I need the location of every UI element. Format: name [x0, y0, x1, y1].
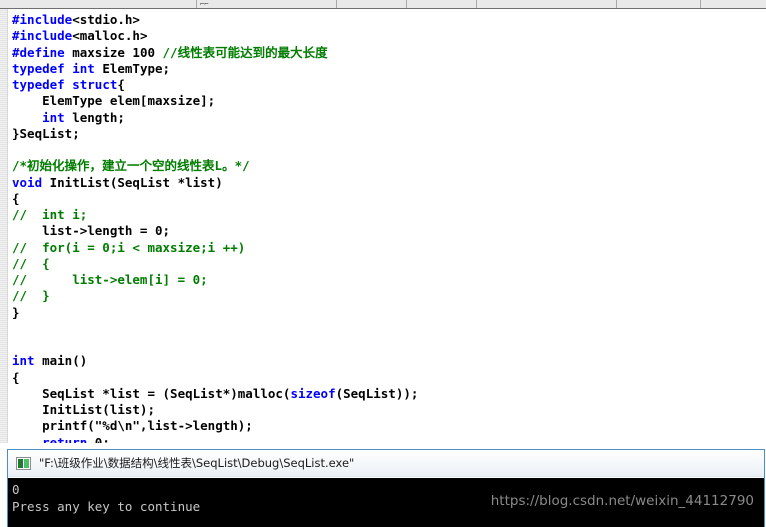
code-line: int length;: [12, 110, 418, 126]
toolbar-separator: [406, 0, 407, 8]
code-line: #define maxsize 100 //线性表可能达到的最大长度: [12, 45, 418, 61]
toolbar-glyph: ⌐⌐: [200, 0, 209, 8]
toolbar-separator: [336, 0, 337, 8]
code-token: void: [12, 174, 43, 190]
code-line: ElemType elem[maxsize];: [12, 93, 418, 109]
toolbar-separator: [700, 0, 701, 8]
code-token: // for(i = 0;i < maxsize;i ++): [12, 239, 246, 255]
code-token: /*初始化操作，建立一个空的线性表L。*/: [12, 158, 250, 174]
code-token: (SeqList));: [335, 385, 419, 401]
code-line: void InitList(SeqList *list): [12, 175, 418, 191]
code-text-area[interactable]: #include<stdio.h> #include<malloc.h> #defi…: [12, 12, 418, 443]
code-token: int: [42, 109, 65, 125]
code-token: //线性表可能达到的最大长度: [162, 44, 328, 60]
source-code-editor[interactable]: #include<stdio.h> #include<malloc.h> #defi…: [0, 9, 766, 443]
code-token: {: [12, 369, 20, 385]
code-token: // int i;: [12, 207, 88, 222]
code-line: // list->elem[i] = 0;: [12, 272, 418, 288]
code-line: SeqList *list = (SeqList*)malloc(sizeof(…: [12, 386, 418, 402]
code-line: // for(i = 0;i < maxsize;i ++): [12, 240, 418, 256]
code-token: }SeqList;: [12, 125, 80, 141]
code-token: length;: [64, 109, 125, 125]
code-line: {: [12, 191, 418, 207]
code-token: <stdio.h>: [72, 12, 140, 27]
code-line: // int i;: [12, 207, 418, 223]
code-line: {: [12, 370, 418, 386]
code-token: printf("%d\n",list->length);: [12, 418, 253, 434]
code-token: <malloc.h>: [72, 28, 148, 44]
code-token: int: [12, 353, 35, 369]
code-token: ElemType;: [94, 60, 171, 76]
code-token: #include: [12, 12, 73, 27]
code-token: int: [72, 60, 95, 76]
code-token: maxsize 100: [64, 44, 163, 60]
code-token: return: [42, 434, 88, 444]
code-token: main(): [34, 353, 88, 369]
toolbar-separator: [476, 0, 477, 8]
toolbar-separator: [616, 0, 617, 8]
code-line: #include<malloc.h>: [12, 28, 418, 44]
code-line: InitList(list);: [12, 402, 418, 418]
toolbar-strip[interactable]: ⌐⌐: [0, 0, 766, 9]
code-token: {: [117, 77, 125, 92]
console-title-text: "F:\班级作业\数据结构\线性表\SeqList\Debug\SeqList.…: [39, 456, 355, 470]
toolbar-separator: [196, 0, 197, 8]
code-token: InitList(SeqList *list): [42, 174, 223, 190]
code-token: typedef: [12, 77, 65, 92]
code-line: printf("%d\n",list->length);: [12, 418, 418, 434]
code-token: 0;: [87, 434, 110, 444]
code-token: // }: [12, 288, 50, 304]
code-token: }: [12, 304, 20, 320]
code-line: typedef struct{: [12, 77, 418, 93]
console-terminal-icon: [16, 456, 31, 470]
code-line: // }: [12, 288, 418, 304]
code-line: typedef int ElemType;: [12, 61, 418, 77]
code-token: ElemType elem[maxsize];: [12, 93, 216, 109]
code-token: typedef: [12, 60, 65, 76]
code-token: list->length = 0;: [12, 223, 171, 239]
code-token: {: [12, 190, 20, 206]
code-token: sizeof: [290, 385, 336, 401]
console-title-bar[interactable]: "F:\班级作业\数据结构\线性表\SeqList\Debug\SeqList.…: [8, 450, 764, 477]
code-line: list->length = 0;: [12, 223, 418, 239]
code-line: return 0;: [12, 435, 418, 444]
code-token: SeqList *list = (SeqList*)malloc(: [12, 385, 291, 401]
code-line: }: [12, 305, 418, 321]
code-line: /*初始化操作，建立一个空的线性表L。*/: [12, 158, 418, 174]
code-token: struct: [72, 77, 118, 92]
console-window[interactable]: "F:\班级作业\数据结构\线性表\SeqList\Debug\SeqList.…: [7, 449, 765, 527]
code-token: #include: [12, 28, 73, 44]
code-token: // list->elem[i] = 0;: [12, 272, 208, 287]
code-line: // {: [12, 256, 418, 272]
code-line: }SeqList;: [12, 126, 418, 142]
code-line: #include<stdio.h>: [12, 12, 418, 28]
code-token: InitList(list);: [12, 402, 155, 417]
code-line: int main(): [12, 353, 418, 369]
editor-gutter: [0, 9, 8, 443]
code-token: #define: [12, 44, 65, 60]
console-output: 0 Press any key to continue: [8, 478, 764, 527]
code-token: // {: [12, 255, 50, 271]
